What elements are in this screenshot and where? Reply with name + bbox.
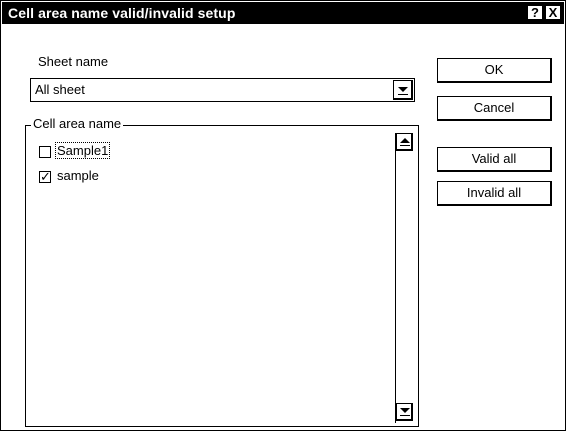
scroll-down-bar xyxy=(400,415,410,416)
vertical-scrollbar[interactable] xyxy=(395,133,413,423)
setup-dialog: Cell area name valid/invalid setup ? X S… xyxy=(0,0,566,431)
invalid-all-button[interactable]: Invalid all xyxy=(437,181,552,206)
sheet-name-label: Sheet name xyxy=(38,54,109,69)
list-item-label: Sample1 xyxy=(54,142,111,159)
valid-all-button[interactable]: Valid all xyxy=(437,147,552,172)
help-button[interactable]: ? xyxy=(527,5,543,20)
checkbox-sample1[interactable] xyxy=(39,146,51,158)
close-button[interactable]: X xyxy=(545,5,561,20)
chevron-down-icon xyxy=(398,87,408,92)
chevron-up-icon xyxy=(400,138,410,143)
dropdown-arrow-button[interactable] xyxy=(393,80,413,100)
dropdown-underline xyxy=(398,94,408,95)
ok-button[interactable]: OK xyxy=(437,58,552,83)
sheet-name-select[interactable]: All sheet xyxy=(30,78,415,102)
cancel-button[interactable]: Cancel xyxy=(437,96,552,121)
scroll-up-button[interactable] xyxy=(396,133,413,151)
scroll-up-bar xyxy=(400,145,410,146)
scroll-down-button[interactable] xyxy=(396,403,413,421)
list-item-label: sample xyxy=(57,168,99,183)
title-bar[interactable]: Cell area name valid/invalid setup ? X xyxy=(2,2,564,24)
cell-area-group-label: Cell area name xyxy=(31,116,124,131)
sheet-name-value: All sheet xyxy=(35,82,85,97)
checkbox-sample[interactable]: ✓ xyxy=(39,170,51,183)
chevron-down-icon xyxy=(400,408,410,413)
dialog-title: Cell area name valid/invalid setup xyxy=(8,5,236,21)
